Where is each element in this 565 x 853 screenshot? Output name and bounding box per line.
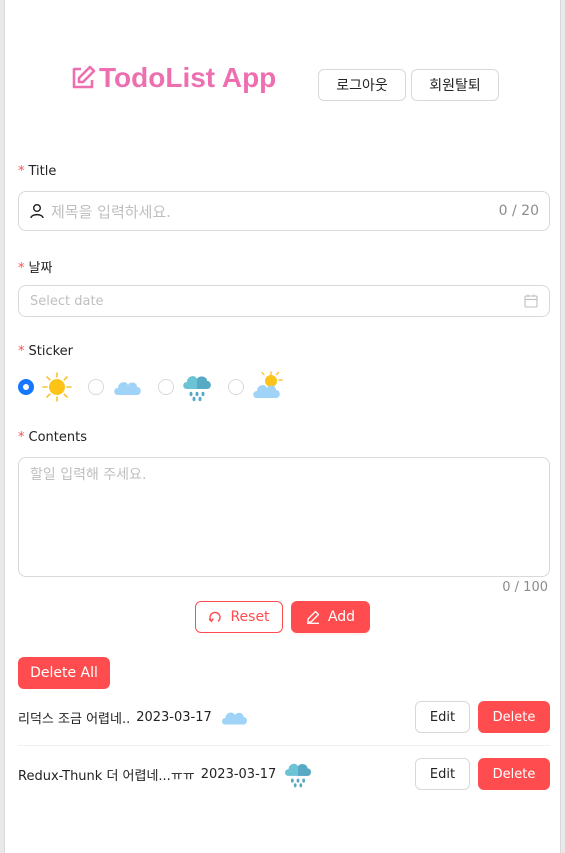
- date-placeholder: Select date: [30, 293, 104, 309]
- todo-item: Redux-Thunk 더 어렵네...ㅠㅠ 2023-03-17 Edit D…: [18, 751, 550, 797]
- sticker-option-sunny[interactable]: [18, 370, 74, 404]
- todo-item: 리덕스 조금 어렵네.. 2023-03-17 Edit Delete: [18, 694, 550, 740]
- sticker-label: * Sticker: [18, 344, 74, 359]
- radio-sunny[interactable]: [18, 379, 34, 395]
- todo-text: 리덕스 조금 어렵네..: [18, 711, 131, 727]
- add-label: Add: [327, 609, 356, 625]
- app-brand: TodoList App: [69, 62, 276, 94]
- withdraw-button[interactable]: 회원탈퇴: [411, 69, 499, 101]
- header: TodoList App 로그아웃 회원탈퇴: [5, 58, 562, 106]
- reset-button[interactable]: Reset: [195, 601, 283, 633]
- todo-text: Redux-Thunk 더 어렵네...ㅠㅠ: [18, 768, 195, 784]
- title-label: * Title: [18, 164, 57, 179]
- user-icon: [30, 204, 44, 219]
- divider: [18, 745, 550, 746]
- date-picker[interactable]: Select date: [18, 285, 550, 317]
- todo-date: 2023-03-17: [200, 766, 277, 782]
- cloud-icon: [114, 382, 141, 395]
- required-mark: *: [18, 344, 25, 359]
- sunny-icon: [42, 372, 72, 402]
- edit-note-icon: [72, 65, 96, 89]
- radio-cloud[interactable]: [88, 379, 104, 395]
- radio-rain[interactable]: [158, 379, 174, 395]
- contents-char-count: 0 / 100: [502, 580, 548, 595]
- sticker-option-cloud[interactable]: [88, 370, 144, 404]
- delete-all-button[interactable]: Delete All: [18, 657, 110, 689]
- delete-button[interactable]: Delete: [478, 701, 550, 733]
- edit-button[interactable]: Edit: [415, 758, 470, 790]
- rain-icon: [285, 763, 312, 788]
- contents-label: * Contents: [18, 430, 87, 445]
- app-page: TodoList App 로그아웃 회원탈퇴 * Title 제목을 입력하세요.…: [4, 0, 561, 853]
- title-input[interactable]: 제목을 입력하세요. 0 / 20: [18, 191, 550, 231]
- required-mark: *: [18, 164, 25, 179]
- logout-button[interactable]: 로그아웃: [318, 69, 406, 101]
- partly-cloudy-icon: [253, 371, 283, 398]
- reset-label: Reset: [230, 609, 270, 625]
- required-mark: *: [18, 430, 25, 445]
- title-char-count: 0 / 20: [498, 203, 539, 219]
- title-placeholder: 제목을 입력하세요.: [51, 202, 171, 221]
- reset-icon: [209, 611, 222, 623]
- required-mark: *: [18, 261, 25, 276]
- sticker-radio-group: [18, 370, 298, 404]
- sticker-option-rain[interactable]: [158, 370, 214, 404]
- edit-button[interactable]: Edit: [415, 701, 470, 733]
- calendar-icon: [524, 294, 538, 308]
- cloud-icon: [221, 712, 247, 725]
- contents-textarea[interactable]: 할일 입력해 주세요.: [18, 457, 550, 577]
- contents-placeholder: 할일 입력해 주세요.: [30, 467, 147, 483]
- delete-button[interactable]: Delete: [478, 758, 550, 790]
- add-button[interactable]: Add: [291, 601, 370, 633]
- radio-partly-cloudy[interactable]: [228, 379, 244, 395]
- pencil-icon: [306, 610, 320, 624]
- date-label: * 날짜: [18, 261, 53, 276]
- rain-icon: [183, 376, 211, 402]
- sticker-option-partly-cloudy[interactable]: [228, 370, 284, 404]
- todo-date: 2023-03-17: [136, 709, 212, 725]
- page-title: TodoList App: [99, 62, 277, 93]
